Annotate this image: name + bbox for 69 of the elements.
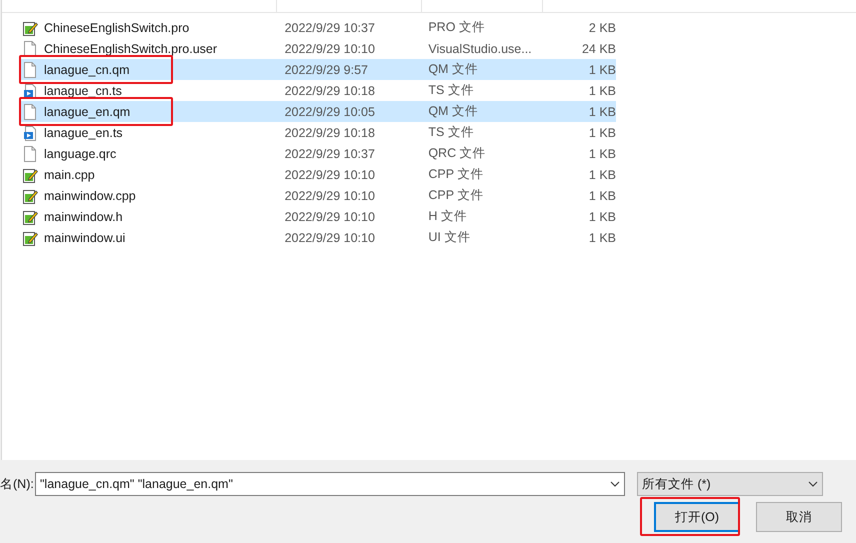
file-date: 2022/9/29 10:18 <box>284 84 376 98</box>
file-date: 2022/9/29 10:10 <box>284 188 376 202</box>
file-date: 2022/9/29 10:10 <box>284 230 376 244</box>
file-type: CPP 文件 <box>428 166 484 183</box>
notepad-pencil-icon <box>22 166 38 182</box>
file-size: 1 KB <box>588 230 616 244</box>
file-type: UI 文件 <box>428 229 472 246</box>
file-size: 1 KB <box>588 84 616 98</box>
dialog-button[interactable]: 取消 <box>756 502 842 532</box>
file-type: PRO 文件 <box>428 19 486 36</box>
file-size: 1 KB <box>588 126 616 140</box>
file-type: VisualStudio.use... <box>428 42 533 56</box>
file-size: 1 KB <box>588 188 616 202</box>
file-icon <box>22 40 38 56</box>
file-type: QRC 文件 <box>428 145 487 162</box>
file-row[interactable]: ChineseEnglishSwitch.pro.user 2022/9/29 10:10 VisualStudio.use... 24 KB <box>19 38 616 59</box>
file-name: mainwindow.h <box>44 210 123 224</box>
file-icon <box>22 104 38 120</box>
file-date: 2022/9/29 10:37 <box>284 20 376 34</box>
file-name: main.cpp <box>44 168 95 182</box>
notepad-pencil-icon <box>22 230 38 246</box>
file-row[interactable]: ChineseEnglishSwitch.pro 2022/9/29 10:37 PRO 文件 2 KB <box>19 17 616 38</box>
file-date: 2022/9/29 10:10 <box>284 210 376 224</box>
file-date: 2022/9/29 10:10 <box>284 168 376 182</box>
file-size: 2 KB <box>588 20 616 34</box>
file-name: lanague_cn.ts <box>44 84 122 98</box>
file-date: 2022/9/29 10:10 <box>284 42 376 56</box>
file-row[interactable]: mainwindow.ui 2022/9/29 10:10 UI 文件 1 KB <box>19 227 616 248</box>
file-name: lanague_en.qm <box>44 104 130 118</box>
file-row[interactable]: lanague_cn.ts 2022/9/29 10:18 TS 文件 1 KB <box>19 80 616 101</box>
file-icon <box>22 146 38 162</box>
file-name: ChineseEnglishSwitch.pro.user <box>44 42 218 56</box>
file-date: 2022/9/29 10:37 <box>284 146 376 160</box>
file-size: 1 KB <box>588 146 616 160</box>
video-file-icon <box>22 82 38 98</box>
file-size: 1 KB <box>588 62 616 76</box>
file-type: QM 文件 <box>428 61 479 78</box>
file-row[interactable]: lanague_en.ts 2022/9/29 10:18 TS 文件 1 KB <box>19 122 616 143</box>
file-name: mainwindow.ui <box>44 230 126 244</box>
video-file-icon <box>22 124 38 140</box>
file-row[interactable]: language.qrc 2022/9/29 10:37 QRC 文件 1 KB <box>19 143 616 164</box>
file-size: 1 KB <box>588 210 616 224</box>
file-size: 24 KB <box>580 42 616 56</box>
file-date: 2022/9/29 9:57 <box>284 62 369 76</box>
file-row[interactable]: mainwindow.cpp 2022/9/29 10:10 CPP 文件 1 KB <box>19 185 616 206</box>
dialog-button[interactable]: 打开(O) <box>654 502 740 532</box>
file-size: 1 KB <box>588 168 616 182</box>
file-icon <box>22 62 38 78</box>
filetype-dropdown[interactable]: 所有文件 (*) <box>637 472 823 496</box>
file-row[interactable]: mainwindow.h 2022/9/29 10:10 H 文件 1 KB <box>19 206 616 227</box>
filename-field[interactable]: "lanague_cn.qm" "lanague_en.qm" <box>35 472 625 496</box>
file-type: TS 文件 <box>428 82 475 99</box>
notepad-pencil-icon <box>22 20 38 36</box>
file-date: 2022/9/29 10:18 <box>284 126 376 140</box>
file-type: H 文件 <box>428 208 468 225</box>
notepad-pencil-icon <box>22 208 38 224</box>
file-name: language.qrc <box>44 146 116 160</box>
file-row[interactable]: main.cpp 2022/9/29 10:10 CPP 文件 1 KB <box>19 164 616 185</box>
file-name: lanague_cn.qm <box>44 62 130 76</box>
file-type: TS 文件 <box>428 124 475 141</box>
filename-label: 名(N): <box>0 476 35 492</box>
notepad-pencil-icon <box>22 188 38 204</box>
file-name: lanague_en.ts <box>44 126 123 140</box>
file-name: mainwindow.cpp <box>44 188 136 202</box>
file-type: CPP 文件 <box>428 187 484 204</box>
file-size: 1 KB <box>588 104 616 118</box>
file-name: ChineseEnglishSwitch.pro <box>44 20 190 34</box>
file-type: QM 文件 <box>428 103 479 120</box>
file-date: 2022/9/29 10:05 <box>284 104 376 118</box>
